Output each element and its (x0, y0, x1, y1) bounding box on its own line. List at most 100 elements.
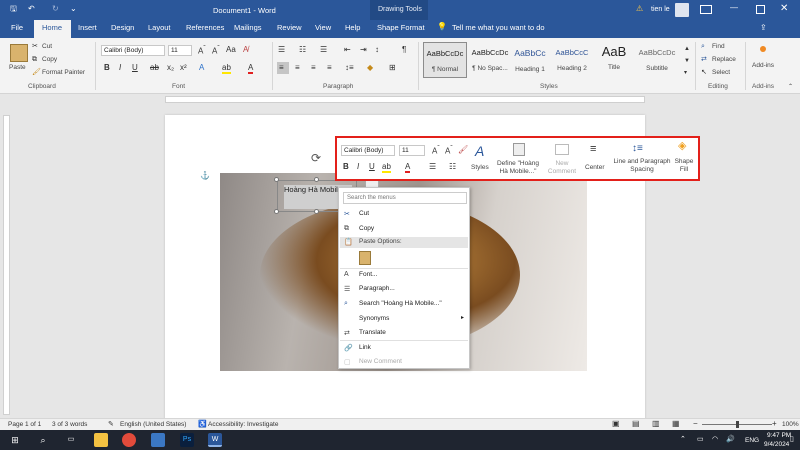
borders-icon[interactable]: ⊞ (389, 64, 396, 72)
style-heading-2[interactable]: AaBbCcC Heading 2 (550, 42, 594, 78)
tab-design[interactable]: Design (111, 23, 134, 32)
font-name-dropdown[interactable]: Calibri (Body) (101, 45, 165, 56)
search-icon[interactable]: ⌕ (36, 433, 50, 447)
avatar[interactable] (675, 3, 689, 17)
resize-handle[interactable] (274, 209, 279, 214)
tab-layout[interactable]: Layout (148, 23, 171, 32)
tab-file[interactable]: File (11, 23, 23, 32)
resize-handle[interactable] (314, 177, 319, 182)
accessibility-icon[interactable]: ♿ (198, 421, 207, 428)
file-explorer-icon[interactable] (94, 433, 108, 447)
redo-icon[interactable]: ↻ (52, 5, 59, 13)
tab-references[interactable]: References (186, 23, 224, 32)
print-layout-icon[interactable]: ▥ (652, 420, 660, 428)
undo-icon[interactable]: ↶ (28, 5, 35, 13)
line-spacing-icon[interactable]: ↕≡ (345, 64, 354, 72)
cut-button[interactable]: Cut (42, 43, 52, 50)
zoom-out-icon[interactable]: − (693, 420, 698, 428)
menu-item-search[interactable]: Search "Hoàng Hà Mobile..." (359, 300, 442, 307)
style-subtitle[interactable]: AaBbCcDc Subtitle (635, 42, 679, 78)
user-name[interactable]: tien le (651, 6, 670, 13)
mini-bullets-icon[interactable]: ☰ (429, 163, 436, 171)
select-button[interactable]: Select (712, 69, 730, 76)
tab-home[interactable]: Home (42, 23, 62, 32)
shrink-font-icon[interactable]: Aˇ (212, 45, 220, 56)
mini-highlight-icon[interactable]: ab (382, 163, 391, 173)
read-mode-icon[interactable]: ▤ (632, 420, 640, 428)
zoom-in-icon[interactable]: + (772, 420, 777, 428)
mini-size-dropdown[interactable]: 11 (399, 145, 425, 156)
center-button[interactable]: Center (585, 164, 605, 171)
align-center-icon[interactable]: ≡ (295, 64, 300, 72)
strikethrough-icon[interactable]: ab (150, 64, 159, 72)
italic-icon[interactable]: I (119, 64, 121, 72)
zoom-slider-thumb[interactable] (736, 421, 739, 428)
paste-button[interactable]: Paste (9, 64, 26, 71)
style-title[interactable]: AaB Title (592, 42, 636, 78)
clock-date[interactable]: 9/4/2024 (764, 441, 789, 448)
styles-scroll-down-icon[interactable]: ▼ (684, 58, 690, 64)
numbering-icon[interactable]: ☷ (299, 46, 306, 54)
input-language[interactable]: ENG (745, 437, 759, 444)
align-left-icon[interactable]: ≡ (279, 64, 284, 72)
tab-help[interactable]: Help (345, 23, 360, 32)
superscript-icon[interactable]: x² (180, 64, 187, 72)
menu-item-font[interactable]: Font... (359, 271, 377, 278)
mini-numbering-icon[interactable]: ☷ (449, 163, 456, 171)
ribbon-display-options-icon[interactable] (700, 5, 712, 14)
copy-button[interactable]: Copy (42, 56, 57, 63)
volume-icon[interactable]: 🔊 (726, 436, 735, 443)
word-count[interactable]: 3 of 3 words (52, 421, 87, 428)
mini-styles-button[interactable]: Styles (471, 164, 489, 171)
clock-time[interactable]: 9:47 PM (767, 432, 791, 439)
proofing-icon[interactable]: ✎ (108, 421, 114, 428)
shape-fill-button[interactable]: Shape Fill (672, 158, 696, 174)
styles-more-icon[interactable]: ▾ (684, 70, 687, 76)
underline-icon[interactable]: U (132, 64, 138, 72)
zoom-level[interactable]: 100% (782, 421, 799, 428)
mini-format-painter-icon[interactable]: 🖌 (458, 146, 468, 154)
clear-formatting-icon[interactable]: A̸ (243, 46, 248, 54)
page-count[interactable]: Page 1 of 1 (8, 421, 41, 428)
windows-start-icon[interactable]: ⊞ (8, 433, 22, 447)
save-icon[interactable]: 🖫 (10, 5, 17, 13)
tab-shape-format[interactable]: Shape Format (377, 23, 425, 32)
tab-insert[interactable]: Insert (78, 23, 97, 32)
vertical-ruler[interactable] (3, 115, 10, 415)
resize-handle[interactable] (314, 209, 319, 214)
text-effects-icon[interactable]: A (199, 64, 204, 72)
subscript-icon[interactable]: x₂ (167, 64, 174, 72)
text-box-content[interactable]: Hoàng Hà Mobile (284, 185, 342, 194)
bold-icon[interactable]: B (104, 64, 110, 72)
tab-view[interactable]: View (315, 23, 331, 32)
paste-icon[interactable] (10, 44, 28, 62)
collapse-ribbon-icon[interactable]: ⌃ (788, 84, 793, 90)
menu-search-input[interactable]: Search the menus (343, 192, 467, 204)
grow-font-icon[interactable]: Aˆ (198, 45, 206, 56)
menu-item-link[interactable]: Link (359, 344, 371, 351)
change-case-icon[interactable]: Aa (226, 46, 236, 54)
decrease-indent-icon[interactable]: ⇤ (344, 46, 351, 54)
focus-mode-icon[interactable]: ▣ (612, 420, 620, 428)
menu-item-synonyms[interactable]: Synonyms (359, 315, 389, 322)
highlight-icon[interactable]: ab (222, 64, 231, 74)
find-button[interactable]: Find (712, 43, 725, 50)
chrome-icon[interactable] (122, 433, 136, 447)
style-heading-1[interactable]: AaBbCc Heading 1 (508, 42, 552, 78)
sort-icon[interactable]: ↕ (375, 46, 379, 54)
mini-underline-icon[interactable]: U (369, 163, 375, 171)
mini-shrink-font-icon[interactable]: Aˇ (445, 145, 453, 156)
tab-review[interactable]: Review (277, 23, 302, 32)
mini-bold-icon[interactable]: B (343, 163, 349, 171)
mini-font-color-icon[interactable]: A (405, 163, 411, 173)
justify-icon[interactable]: ≡ (327, 64, 332, 72)
font-color-icon[interactable]: A (248, 64, 254, 74)
shading-icon[interactable]: ◆ (367, 64, 373, 72)
define-button[interactable]: Define "Hoàng Hà Mobile..." (494, 160, 542, 176)
menu-item-copy[interactable]: Copy (359, 225, 374, 232)
customize-toolbar-icon[interactable]: ⌄ (70, 5, 77, 13)
close-icon[interactable]: ✕ (780, 4, 788, 14)
align-right-icon[interactable]: ≡ (311, 64, 316, 72)
share-icon[interactable]: ⇪ (760, 24, 767, 32)
menu-item-cut[interactable]: Cut (359, 210, 369, 217)
